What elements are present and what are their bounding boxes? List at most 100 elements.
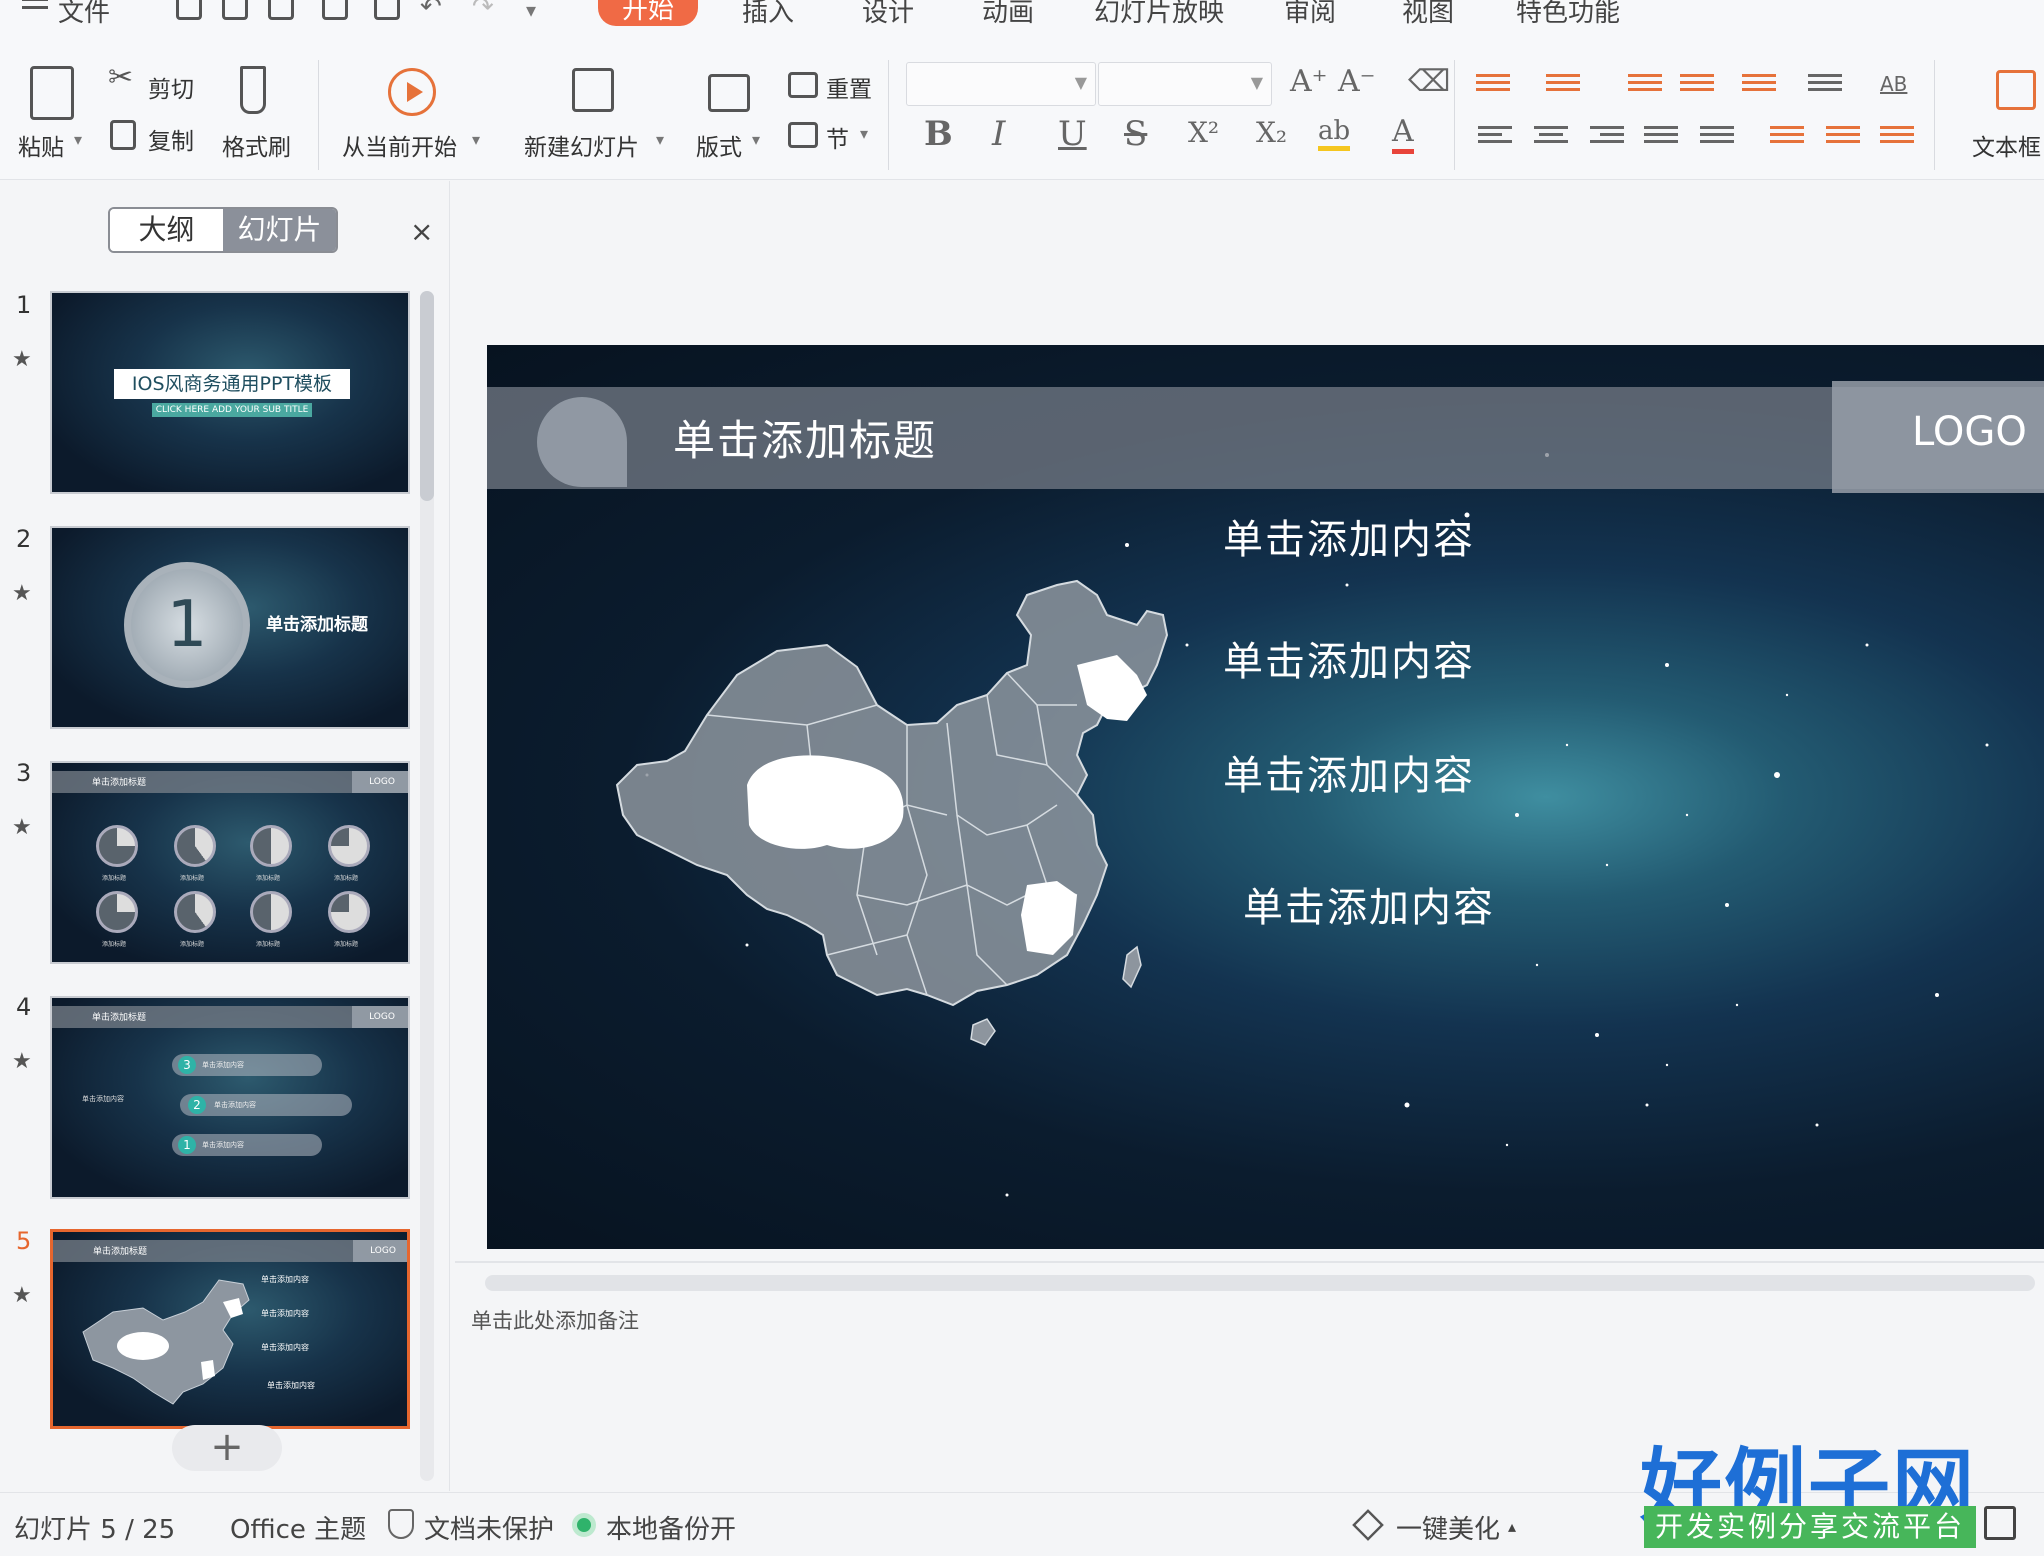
save-icon[interactable] [222, 0, 248, 20]
slide-thumbnail-5[interactable]: 单击添加标题 LOGO 单击添加内容 单击添加内容 单击添加内容 单击添加内容 [50, 1229, 410, 1429]
increase-indent-icon[interactable] [1680, 70, 1714, 98]
sort-icon[interactable] [1742, 70, 1776, 98]
numbered-list-icon[interactable] [1546, 70, 1580, 98]
section-button[interactable]: 节 [826, 120, 849, 154]
paste-icon[interactable] [30, 66, 74, 120]
para-spacing-icon[interactable] [1770, 122, 1804, 150]
tab-insert[interactable]: 插入 [742, 0, 794, 29]
panel-scroll-thumb[interactable] [420, 291, 434, 501]
columns-icon[interactable] [1826, 122, 1860, 150]
font-family-combo[interactable]: ▼ [906, 62, 1096, 106]
undo-icon[interactable]: ↶ [420, 0, 442, 22]
tab-home[interactable]: 开始 [598, 0, 699, 26]
paste-dropdown-icon[interactable]: ▾ [74, 130, 82, 149]
bullet-list-icon[interactable] [1476, 70, 1510, 98]
content-text-4[interactable]: 单击添加内容 [1243, 875, 1495, 933]
strikethrough-button[interactable]: S [1124, 114, 1147, 154]
new-slide-button[interactable]: 新建幻灯片 [524, 128, 639, 162]
layout-icon[interactable] [708, 74, 750, 112]
redo-icon[interactable]: ↷ [472, 0, 494, 22]
italic-button[interactable]: I [992, 114, 1005, 154]
textbox-icon[interactable] [1996, 70, 2036, 110]
text-spacing-icon[interactable] [1880, 122, 1914, 150]
slide-thumbnail-3[interactable]: 单击添加标题 LOGO 添加标题 添加标题 添加标题 添加标题 添加标题 添加标… [50, 761, 410, 964]
new-slide-icon[interactable] [572, 68, 614, 112]
highlight-icon[interactable]: ab [1318, 116, 1351, 151]
one-click-beautify-button[interactable]: 一键美化 [1396, 1509, 1500, 1546]
china-map[interactable] [607, 555, 1247, 1075]
content-text-2[interactable]: 单击添加内容 [1223, 629, 1475, 687]
eraser-icon[interactable]: ⌫ [1408, 64, 1450, 99]
tab-review[interactable]: 审阅 [1284, 0, 1336, 29]
scissors-icon[interactable]: ✂ [108, 60, 133, 95]
export-pdf-icon[interactable] [268, 0, 294, 20]
reset-icon[interactable] [788, 72, 818, 98]
beautify-expand-icon[interactable]: ▴ [1508, 1517, 1516, 1536]
justify-icon[interactable] [1644, 122, 1678, 150]
superscript-button[interactable]: X² [1188, 116, 1219, 149]
layout-dropdown-icon[interactable]: ▾ [752, 130, 760, 149]
text-direction-button[interactable]: AB [1880, 72, 1907, 96]
protection-status[interactable]: 文档未保护 [424, 1509, 554, 1546]
tab-design[interactable]: 设计 [862, 0, 914, 29]
decrease-font-button[interactable]: A⁻ [1338, 64, 1376, 99]
slide-thumbnail-1[interactable]: IOS风商务通用PPT模板 CLICK HERE ADD YOUR SUB TI… [50, 291, 410, 494]
tab-view[interactable]: 视图 [1402, 0, 1454, 29]
content-text-3[interactable]: 单击添加内容 [1223, 743, 1475, 801]
hamburger-icon[interactable] [22, 0, 48, 9]
from-current-button[interactable]: 从当前开始 [342, 128, 457, 162]
title-leaf-shape [537, 397, 627, 487]
reset-button[interactable]: 重置 [826, 70, 872, 104]
paste-button[interactable]: 粘贴 [18, 128, 64, 162]
logo-text[interactable]: LOGO [1912, 409, 2027, 455]
line-spacing-icon[interactable] [1808, 70, 1842, 98]
open-icon[interactable] [176, 0, 202, 20]
notes-placeholder[interactable]: 单击此处添加备注 [471, 1305, 639, 1335]
panel-scrollbar[interactable] [420, 291, 434, 1481]
tab-animation[interactable]: 动画 [982, 0, 1034, 29]
subscript-button[interactable]: X₂ [1256, 116, 1287, 149]
close-panel-icon[interactable]: × [410, 215, 433, 248]
format-painter-icon[interactable] [240, 66, 266, 114]
copy-icon[interactable] [110, 120, 136, 150]
current-slide[interactable]: 单击添加标题 LOGO 单击添加内容 单击添加内容 单击添加内容 单击添加内容 [487, 345, 2044, 1249]
content-text-1[interactable]: 单击添加内容 [1223, 507, 1475, 565]
horizontal-scrollbar[interactable] [485, 1275, 2035, 1291]
slide-thumbnail-4[interactable]: 单击添加标题 LOGO 单击添加内容 3 单击添加内容 2 单击添加内容 1 单… [50, 996, 410, 1199]
tab-slides[interactable]: 幻灯片 [223, 209, 336, 251]
beautify-icon[interactable] [1352, 1509, 1384, 1541]
textbox-button[interactable]: 文本框 [1972, 128, 2041, 162]
decrease-indent-icon[interactable] [1628, 70, 1662, 98]
align-left-icon[interactable] [1478, 122, 1512, 150]
theme-name[interactable]: Office 主题 [230, 1509, 366, 1546]
add-slide-button[interactable]: + [172, 1425, 282, 1471]
backup-status[interactable]: 本地备份开 [606, 1509, 736, 1546]
tab-features[interactable]: 特色功能 [1516, 0, 1620, 29]
print-icon[interactable] [322, 0, 348, 20]
distribute-icon[interactable] [1700, 122, 1734, 150]
slide-thumbnail-2[interactable]: 1 单击添加标题 [50, 526, 410, 729]
preview-icon[interactable] [374, 0, 400, 20]
align-right-icon[interactable] [1590, 122, 1624, 150]
menu-file[interactable]: 文件 [58, 0, 110, 29]
new-slide-dropdown-icon[interactable]: ▾ [656, 130, 664, 149]
cut-button[interactable]: 剪切 [148, 70, 194, 104]
layout-button[interactable]: 版式 [696, 128, 742, 162]
copy-button[interactable]: 复制 [148, 122, 194, 156]
tab-slideshow[interactable]: 幻灯片放映 [1094, 0, 1224, 29]
bold-button[interactable]: B [924, 114, 953, 154]
font-size-combo[interactable]: ▼ [1098, 62, 1272, 106]
section-dropdown-icon[interactable]: ▾ [860, 124, 868, 143]
quick-access-dropdown-icon[interactable]: ▾ [526, 0, 536, 22]
section-icon[interactable] [788, 122, 818, 148]
tab-outline[interactable]: 大纲 [110, 209, 223, 251]
increase-font-button[interactable]: A⁺ [1290, 64, 1328, 99]
from-current-dropdown-icon[interactable]: ▾ [472, 130, 480, 149]
align-center-icon[interactable] [1534, 122, 1568, 150]
slide-title[interactable]: 单击添加标题 [673, 407, 937, 468]
underline-button[interactable]: U [1058, 114, 1087, 154]
play-icon[interactable] [388, 68, 436, 116]
font-color-icon[interactable]: A [1392, 114, 1414, 154]
format-painter-button[interactable]: 格式刷 [222, 128, 291, 162]
panel-toggle-icon[interactable] [1984, 1506, 2016, 1540]
